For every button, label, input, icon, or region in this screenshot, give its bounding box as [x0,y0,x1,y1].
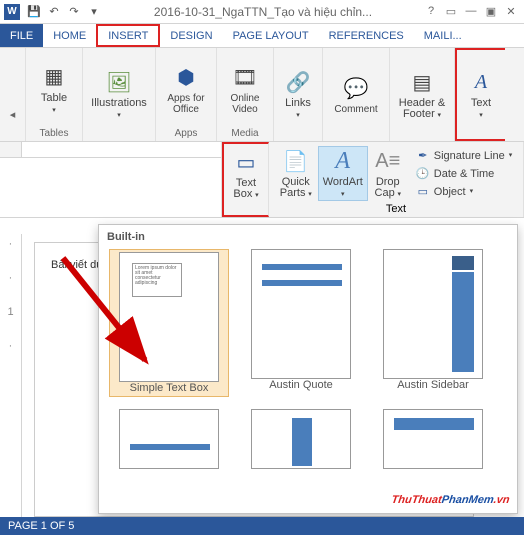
ribbon-text-expanded: ▭ Text Box ▾ 📄 Quick Parts ▾ A WordArt▾ … [0,142,524,218]
tab-page-layout[interactable]: PAGE LAYOUT [223,24,319,47]
thumb-6 [383,409,483,469]
wordart-button[interactable]: A WordArt▾ [318,146,368,201]
textbox-button-wrap: ▭ Text Box ▾ [222,142,269,217]
gallery-header: Built-in [99,225,517,249]
header-footer-icon: ▤ [408,68,436,96]
signature-line-button[interactable]: ✒Signature Line ▾ [412,148,516,164]
group-illustrations: 🖼 Illustrations▾ [83,48,156,141]
group-tables: ▦ Table▾ Tables [26,48,83,141]
table-button[interactable]: ▦ Table▾ [32,63,76,116]
thumb-4 [119,409,219,469]
undo-icon[interactable]: ↶ [45,3,63,21]
object-button[interactable]: ▭Object ▾ [412,184,516,200]
tab-mailings[interactable]: MAILI... [414,24,472,47]
comment-button[interactable]: 💬 Comment [329,74,383,115]
tab-file[interactable]: FILE [0,24,43,47]
dropcap-icon: A≡ [374,147,402,175]
gallery-item-4[interactable] [109,409,229,469]
group-label-media: Media [231,128,258,139]
status-bar: PAGE 1 OF 5 [0,517,524,535]
title-bar: W 💾 ↶ ↷ ▾ 2016-10-31_NgaTTN_Tạo và hiệu … [0,0,524,24]
restore-icon[interactable]: ▣ [482,5,500,18]
textbox-icon: ▭ [232,148,260,176]
gallery-label: Simple Text Box [130,382,209,394]
group-comments: 💬 Comment [323,48,390,141]
gallery-item-simple-text-box[interactable]: Lorem ipsum dolor sit amet consectetur a… [109,249,229,397]
thumb-austin-quote [251,249,351,379]
document-title: 2016-10-31_NgaTTN_Tạo và hiệu chỉn... [104,5,422,19]
ribbon-tabs: FILE HOME INSERT DESIGN PAGE LAYOUT REFE… [0,24,524,48]
links-button[interactable]: 🔗 Links▾ [280,68,316,121]
tab-insert[interactable]: INSERT [96,24,160,47]
gallery-item-6[interactable] [373,409,493,469]
text-group: 📄 Quick Parts ▾ A WordArt▾ A≡ Drop Cap ▾… [269,142,524,217]
tab-home[interactable]: HOME [43,24,96,47]
thumb-5 [251,409,351,469]
group-apps: ⬢ Apps for Office Apps [156,48,217,141]
links-icon: 🔗 [284,68,312,96]
gallery-item-austin-sidebar[interactable]: Austin Sidebar [373,249,493,397]
ruler-spacer [0,142,222,217]
page-indicator[interactable]: PAGE 1 OF 5 [8,520,74,532]
illustrations-button[interactable]: 🖼 Illustrations▾ [89,68,149,121]
group-text-main: A Text▾ [455,48,505,141]
signature-icon: ✒ [416,149,430,163]
tab-references[interactable]: REFERENCES [319,24,414,47]
gallery-label: Austin Sidebar [397,379,469,391]
thumb-austin-sidebar [383,249,483,379]
online-video-button[interactable]: 🎞 Online Video [223,63,267,115]
datetime-icon: 🕒 [416,167,430,181]
apps-for-office-button[interactable]: ⬢ Apps for Office [162,63,210,115]
thumb-simple: Lorem ipsum dolor sit amet consectetur a… [119,252,219,382]
ribbon-scroll-left[interactable]: ◂ [0,48,26,141]
minimize-icon[interactable]: — [462,5,480,18]
word-app-icon: W [4,4,20,20]
pages-button[interactable]: ◂ [4,91,22,137]
illustrations-icon: 🖼 [105,68,133,96]
tab-design[interactable]: DESIGN [160,24,222,47]
drop-cap-button[interactable]: A≡ Drop Cap ▾ [370,147,406,200]
wordart-icon: A [329,147,357,175]
date-time-button[interactable]: 🕒Date & Time [412,166,516,182]
table-icon: ▦ [40,63,68,91]
redo-icon[interactable]: ↷ [65,3,83,21]
group-media: 🎞 Online Video Media [217,48,274,141]
text-icon: A [467,68,495,96]
comment-icon: 💬 [342,74,370,102]
save-icon[interactable]: 💾 [25,3,43,21]
qat-customize-icon[interactable]: ▾ [85,3,103,21]
help-icon[interactable]: ? [422,5,440,18]
textbox-gallery: Built-in Lorem ipsum dolor sit amet cons… [98,224,518,514]
vertical-ruler: ··1· [0,234,22,517]
group-label-apps: Apps [175,128,198,139]
quickparts-icon: 📄 [282,147,310,175]
ribbon-options-icon[interactable]: ▭ [442,5,460,18]
watermark: ThuThuatPhanMem.vn [390,485,511,509]
object-icon: ▭ [416,185,430,199]
group-links: 🔗 Links▾ [274,48,323,141]
group-label-text: Text [386,203,406,215]
apps-icon: ⬢ [172,63,200,91]
video-icon: 🎞 [231,63,259,91]
gallery-label: Austin Quote [269,379,333,391]
close-icon[interactable]: ✕ [502,5,520,18]
gallery-item-austin-quote[interactable]: Austin Quote [241,249,361,397]
header-footer-button[interactable]: ▤ Header & Footer ▾ [396,68,448,121]
quick-parts-button[interactable]: 📄 Quick Parts ▾ [276,147,316,200]
group-label-tables: Tables [40,128,69,139]
text-box-button[interactable]: ▭ Text Box ▾ [228,148,264,201]
text-button[interactable]: A Text▾ [463,68,499,121]
ribbon: ◂ ▦ Table▾ Tables 🖼 Illustrations▾ ⬢ App… [0,48,524,142]
gallery-item-5[interactable] [241,409,361,469]
group-header-footer: ▤ Header & Footer ▾ [390,48,455,141]
